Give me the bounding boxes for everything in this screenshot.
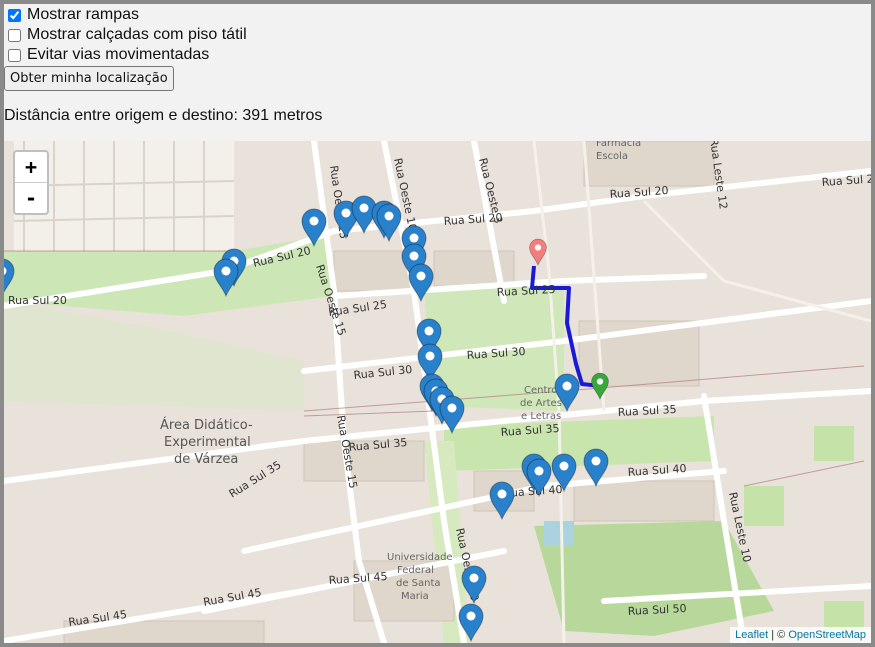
place-label: Centro [524, 385, 557, 396]
zoom-out-button[interactable]: - [15, 183, 47, 213]
avoid-busy-checkbox[interactable] [8, 48, 21, 62]
ramps-label: Mostrar rampas [27, 6, 140, 23]
osm-link[interactable]: OpenStreetMap [788, 629, 866, 641]
zoom-control: + - [13, 150, 49, 215]
avoid-busy-label: Evitar vias movimentadas [27, 46, 210, 63]
tactile-label: Mostrar calçadas com piso tátil [27, 26, 247, 43]
place-label: Área Didático- [160, 417, 253, 433]
distance-text: Distância entre origem e destino: 391 me… [4, 107, 323, 124]
tactile-checkbox[interactable] [8, 28, 21, 42]
map-attribution: Leaflet | © OpenStreetMap [730, 627, 871, 643]
place-label: de Santa [396, 578, 441, 589]
place-label: de Artes [520, 398, 562, 409]
street-label: Rua Sul 20 [8, 294, 67, 307]
tactile-option[interactable]: Mostrar calçadas com piso tátil [4, 25, 871, 45]
place-label: Experimental [164, 435, 251, 450]
place-label: Federal [397, 565, 434, 576]
place-label: e Letras [521, 411, 561, 422]
ramps-option[interactable]: Mostrar rampas [4, 5, 871, 25]
attribution-separator: | © [768, 629, 789, 641]
place-label: Farmácia [596, 141, 641, 149]
options-panel: Mostrar rampas Mostrar calçadas com piso… [4, 4, 871, 124]
place-label: de Várzea [174, 452, 238, 467]
place-label: Universidade [387, 552, 453, 563]
map-tiles: Rua Sul 20 Rua Sul 20 Rua Sul 20 Rua Sul… [4, 141, 871, 643]
zoom-in-button[interactable]: + [15, 152, 47, 183]
leaflet-link[interactable]: Leaflet [735, 629, 768, 641]
ramps-checkbox[interactable] [8, 8, 21, 22]
app-frame: Mostrar rampas Mostrar calçadas com piso… [4, 4, 871, 643]
map-view[interactable]: Rua Sul 20 Rua Sul 20 Rua Sul 20 Rua Sul… [4, 141, 871, 643]
place-label: Escola [596, 151, 628, 162]
avoid-busy-option[interactable]: Evitar vias movimentadas [4, 45, 871, 65]
get-location-button[interactable]: Obter minha localização [4, 66, 174, 91]
place-label: Maria [401, 591, 429, 602]
